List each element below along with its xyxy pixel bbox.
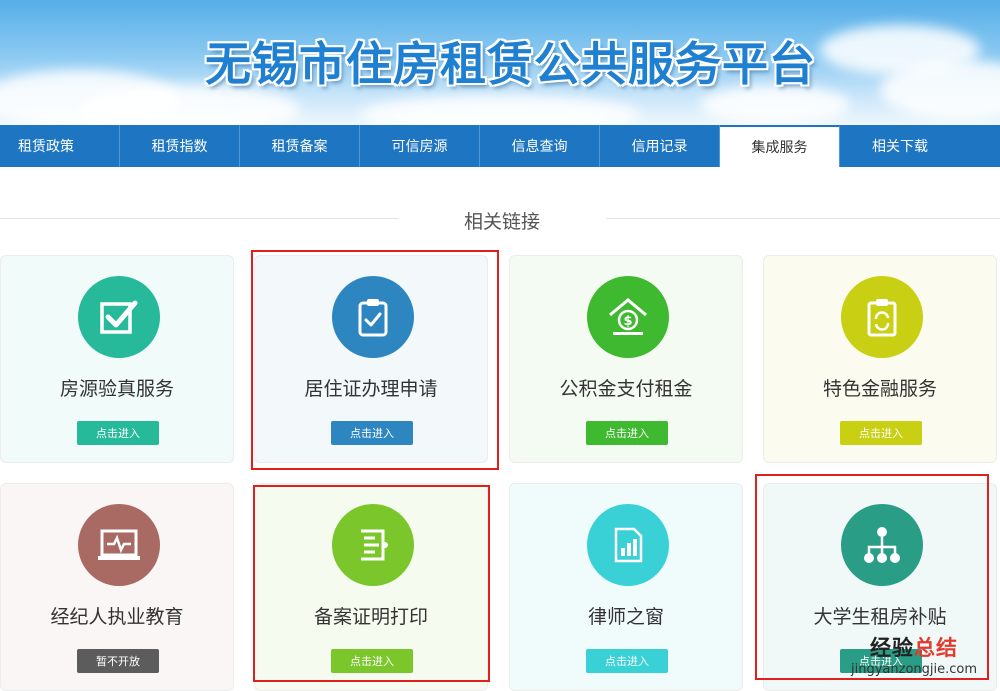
header-banner: 无锡市住房租赁公共服务平台: [0, 0, 1000, 125]
enter-button[interactable]: 点击进入: [77, 421, 159, 445]
card-label: 特色金融服务: [822, 378, 937, 400]
not-open-button[interactable]: 暂不开放: [77, 649, 159, 673]
refresh-clipboard-icon: [841, 276, 923, 358]
divider-left: [0, 218, 398, 219]
main-nav: 租赁政策 租赁指数 租赁备案 可信房源 信息查询 信用记录 集成服务 相关下载: [0, 125, 1000, 167]
highlight-box: [253, 485, 490, 682]
enter-button[interactable]: 点击进入: [840, 421, 922, 445]
checkbox-icon: [78, 276, 160, 358]
nav-item-rental-policy[interactable]: 租赁政策: [0, 125, 120, 167]
nav-item-integrated-services[interactable]: 集成服务: [720, 125, 840, 167]
dollar-house-icon: $: [587, 276, 669, 358]
card-label: 房源验真服务: [59, 378, 174, 400]
watermark-logo: 经验总结: [870, 636, 958, 660]
card-listing-verification[interactable]: 房源验真服务 点击进入: [0, 255, 234, 463]
card-provident-fund[interactable]: $ 公积金支付租金 点击进入: [509, 255, 743, 463]
card-label: 公积金支付租金: [559, 378, 693, 400]
divider-right: [606, 218, 1000, 219]
card-agent-education[interactable]: 经纪人执业教育 暂不开放: [0, 483, 234, 691]
nav-item-info-query[interactable]: 信息查询: [480, 125, 600, 167]
chart-document-icon: [587, 504, 669, 586]
card-financial-services[interactable]: 特色金融服务 点击进入: [763, 255, 997, 463]
svg-text:$: $: [623, 314, 632, 329]
enter-button[interactable]: 点击进入: [586, 649, 668, 673]
card-label: 经纪人执业教育: [50, 606, 184, 628]
nav-item-rental-index[interactable]: 租赁指数: [120, 125, 240, 167]
monitor-icon: [78, 504, 160, 586]
section-title: 相关链接: [463, 211, 540, 233]
highlight-box: [251, 250, 499, 470]
card-lawyer-window[interactable]: 律师之窗 点击进入: [509, 483, 743, 691]
nav-item-rental-filing[interactable]: 租赁备案: [240, 125, 360, 167]
nav-item-downloads[interactable]: 相关下载: [840, 125, 960, 167]
nav-item-trusted-listings[interactable]: 可信房源: [360, 125, 480, 167]
site-title: 无锡市住房租赁公共服务平台: [205, 37, 816, 91]
nav-item-credit-record[interactable]: 信用记录: [600, 125, 720, 167]
card-label: 律师之窗: [587, 606, 664, 628]
watermark-url: jingyanzongjie.com: [851, 662, 978, 677]
enter-button[interactable]: 点击进入: [586, 421, 668, 445]
